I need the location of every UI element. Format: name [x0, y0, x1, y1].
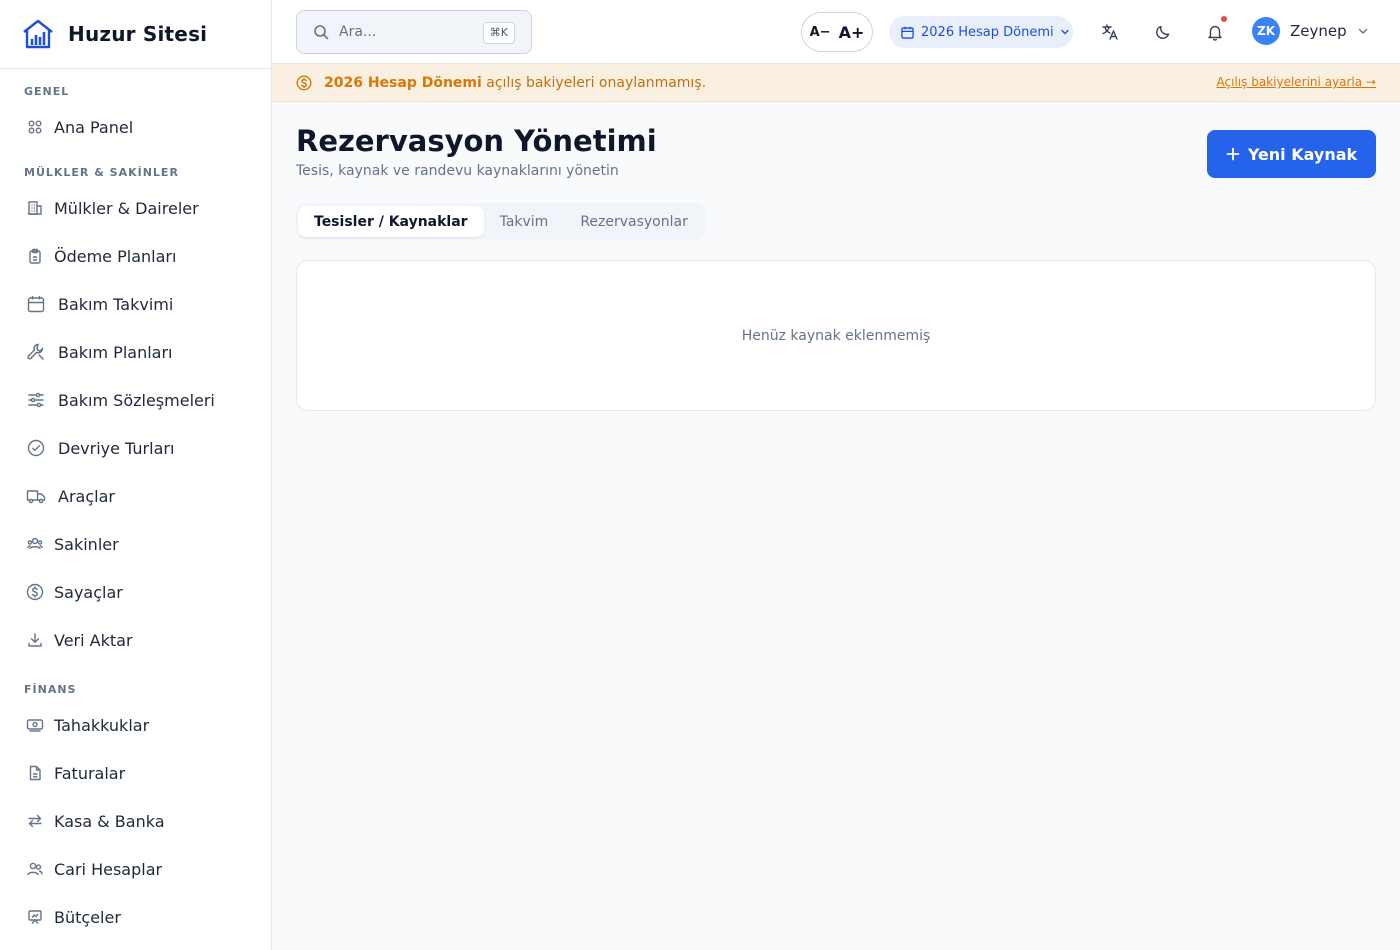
search-icon [313, 24, 329, 40]
brand[interactable]: Huzur Sitesi [0, 0, 271, 69]
building-icon [26, 199, 44, 217]
app-name: Huzur Sitesi [68, 22, 208, 46]
font-increase-button[interactable]: A+ [839, 23, 865, 42]
nav-section-finans: FİNANS [24, 683, 77, 696]
sidebar-item-faturalar[interactable]: Faturalar [0, 749, 271, 797]
chevron-down-icon [1060, 27, 1070, 37]
banner-strong: 2026 Hesap Dönemi [324, 74, 482, 91]
sidebar-item-label: Bakım Planları [58, 342, 173, 362]
search-box[interactable]: ⌘K [296, 10, 532, 54]
sidebar-item-label: Mülkler & Daireler [54, 198, 199, 218]
search-shortcut: ⌘K [482, 22, 515, 44]
notification-dot [1221, 16, 1227, 22]
sidebar-item-bakim-sozlesmeleri[interactable]: Bakım Sözleşmeleri [0, 376, 271, 424]
calendar-icon [26, 295, 46, 313]
calendar-icon [901, 25, 915, 39]
sidebar-item-label: Devriye Turları [58, 438, 175, 458]
sidebar-item-label: Bütçeler [54, 907, 121, 927]
sidebar-item-sakinler[interactable]: Sakinler [0, 520, 271, 568]
tab-tesisler-kaynaklar[interactable]: Tesisler / Kaynaklar [298, 206, 484, 237]
chevron-down-icon [1357, 25, 1369, 37]
sidebar-item-ana-panel[interactable]: Ana Panel [0, 103, 271, 151]
check-circle-icon [26, 439, 46, 457]
period-selector[interactable]: 2026 Hesap Dönemi [889, 16, 1073, 48]
dollar-circle-icon [26, 583, 44, 601]
font-decrease-button[interactable]: A− [810, 25, 831, 40]
presentation-icon [26, 908, 44, 926]
home-chart-icon [22, 18, 54, 50]
moon-icon[interactable] [1151, 20, 1175, 44]
opening-balance-banner: 2026 Hesap Dönemi açılış bakiyeleri onay… [272, 64, 1400, 102]
page-subtitle: Tesis, kaynak ve randevu kaynaklarını yö… [296, 163, 619, 179]
banknote-icon [26, 716, 44, 734]
truck-icon [26, 487, 46, 505]
new-resource-button[interactable]: Yeni Kaynak [1207, 130, 1376, 178]
topbar: ⌘K A− A+ 2026 Hesap Dönemi ZK Zeynep [272, 0, 1400, 64]
dollar-circle-icon [296, 74, 312, 91]
sidebar-item-label: Tahakkuklar [54, 715, 150, 735]
period-label: 2026 Hesap Dönemi [921, 24, 1054, 40]
sidebar-item-cari-hesaplar[interactable]: Cari Hesaplar [0, 845, 271, 893]
resources-panel: Henüz kaynak eklenmemiş [296, 260, 1376, 411]
sidebar-item-devriye-turlari[interactable]: Devriye Turları [0, 424, 271, 472]
new-resource-label: Yeni Kaynak [1247, 144, 1358, 164]
sidebar-item-mulkler[interactable]: Mülkler & Daireler [0, 184, 271, 232]
sidebar-item-veri-aktar[interactable]: Veri Aktar [0, 616, 271, 664]
sidebar-item-label: Sayaçlar [54, 582, 123, 602]
user-menu[interactable]: ZK Zeynep [1252, 17, 1369, 45]
wrench-icon [26, 343, 46, 361]
sidebar-item-label: Ana Panel [54, 117, 134, 137]
banner-text: 2026 Hesap Dönemi açılış bakiyeleri onay… [324, 75, 706, 91]
sidebar-item-sayaclar[interactable]: Sayaçlar [0, 568, 271, 616]
plus-icon [1226, 144, 1240, 164]
people-icon [26, 860, 44, 878]
sidebar-item-tahakkuklar[interactable]: Tahakkuklar [0, 701, 271, 749]
sidebar-item-label: Bakım Takvimi [58, 294, 174, 314]
user-name: Zeynep [1290, 22, 1347, 40]
download-icon [26, 631, 44, 649]
font-size-control: A− A+ [801, 12, 873, 52]
arrows-icon [26, 812, 44, 830]
sidebar-item-bakim-takvimi[interactable]: Bakım Takvimi [0, 280, 271, 328]
opening-balance-link[interactable]: Açılış bakiyelerini ayarla → [1217, 75, 1376, 89]
sidebar-item-label: Ödeme Planları [54, 246, 177, 266]
tab-rezervasyonlar[interactable]: Rezervasyonlar [564, 206, 704, 237]
page-title: Rezervasyon Yönetimi [296, 124, 657, 158]
bell-icon[interactable] [1203, 16, 1227, 44]
clipboard-icon [26, 247, 44, 265]
banner-message: açılış bakiyeleri onaylanmamış. [481, 74, 707, 91]
sidebar-item-label: Faturalar [54, 763, 126, 783]
grid-icon [26, 118, 44, 136]
nav-section-genel: GENEL [24, 85, 70, 98]
translate-icon[interactable] [1098, 20, 1122, 44]
sidebar-item-butceler[interactable]: Bütçeler [0, 893, 271, 941]
sidebar: Huzur Sitesi GENEL Ana Panel MÜLKLER & S… [0, 0, 272, 950]
sidebar-item-odeme-planlari[interactable]: Ödeme Planları [0, 232, 271, 280]
tab-bar: Tesisler / Kaynaklar Takvim Rezervasyonl… [296, 203, 706, 240]
sidebar-item-label: Veri Aktar [54, 630, 133, 650]
users-icon [26, 535, 44, 553]
avatar: ZK [1252, 17, 1280, 45]
sidebar-item-araclar[interactable]: Araçlar [0, 472, 271, 520]
empty-state-message: Henüz kaynak eklenmemiş [741, 327, 931, 344]
sidebar-item-bakim-planlari[interactable]: Bakım Planları [0, 328, 271, 376]
sidebar-item-label: Araçlar [58, 486, 115, 506]
sidebar-item-label: Kasa & Banka [54, 811, 165, 831]
file-icon [26, 764, 44, 782]
nav-section-mulkler: MÜLKLER & SAKİNLER [24, 166, 179, 179]
sliders-icon [26, 391, 46, 409]
sidebar-item-label: Bakım Sözleşmeleri [58, 390, 215, 410]
search-input[interactable] [339, 24, 479, 40]
sidebar-item-kasa-banka[interactable]: Kasa & Banka [0, 797, 271, 845]
sidebar-item-label: Cari Hesaplar [54, 859, 163, 879]
tab-takvim[interactable]: Takvim [484, 206, 565, 237]
sidebar-item-label: Sakinler [54, 534, 119, 554]
